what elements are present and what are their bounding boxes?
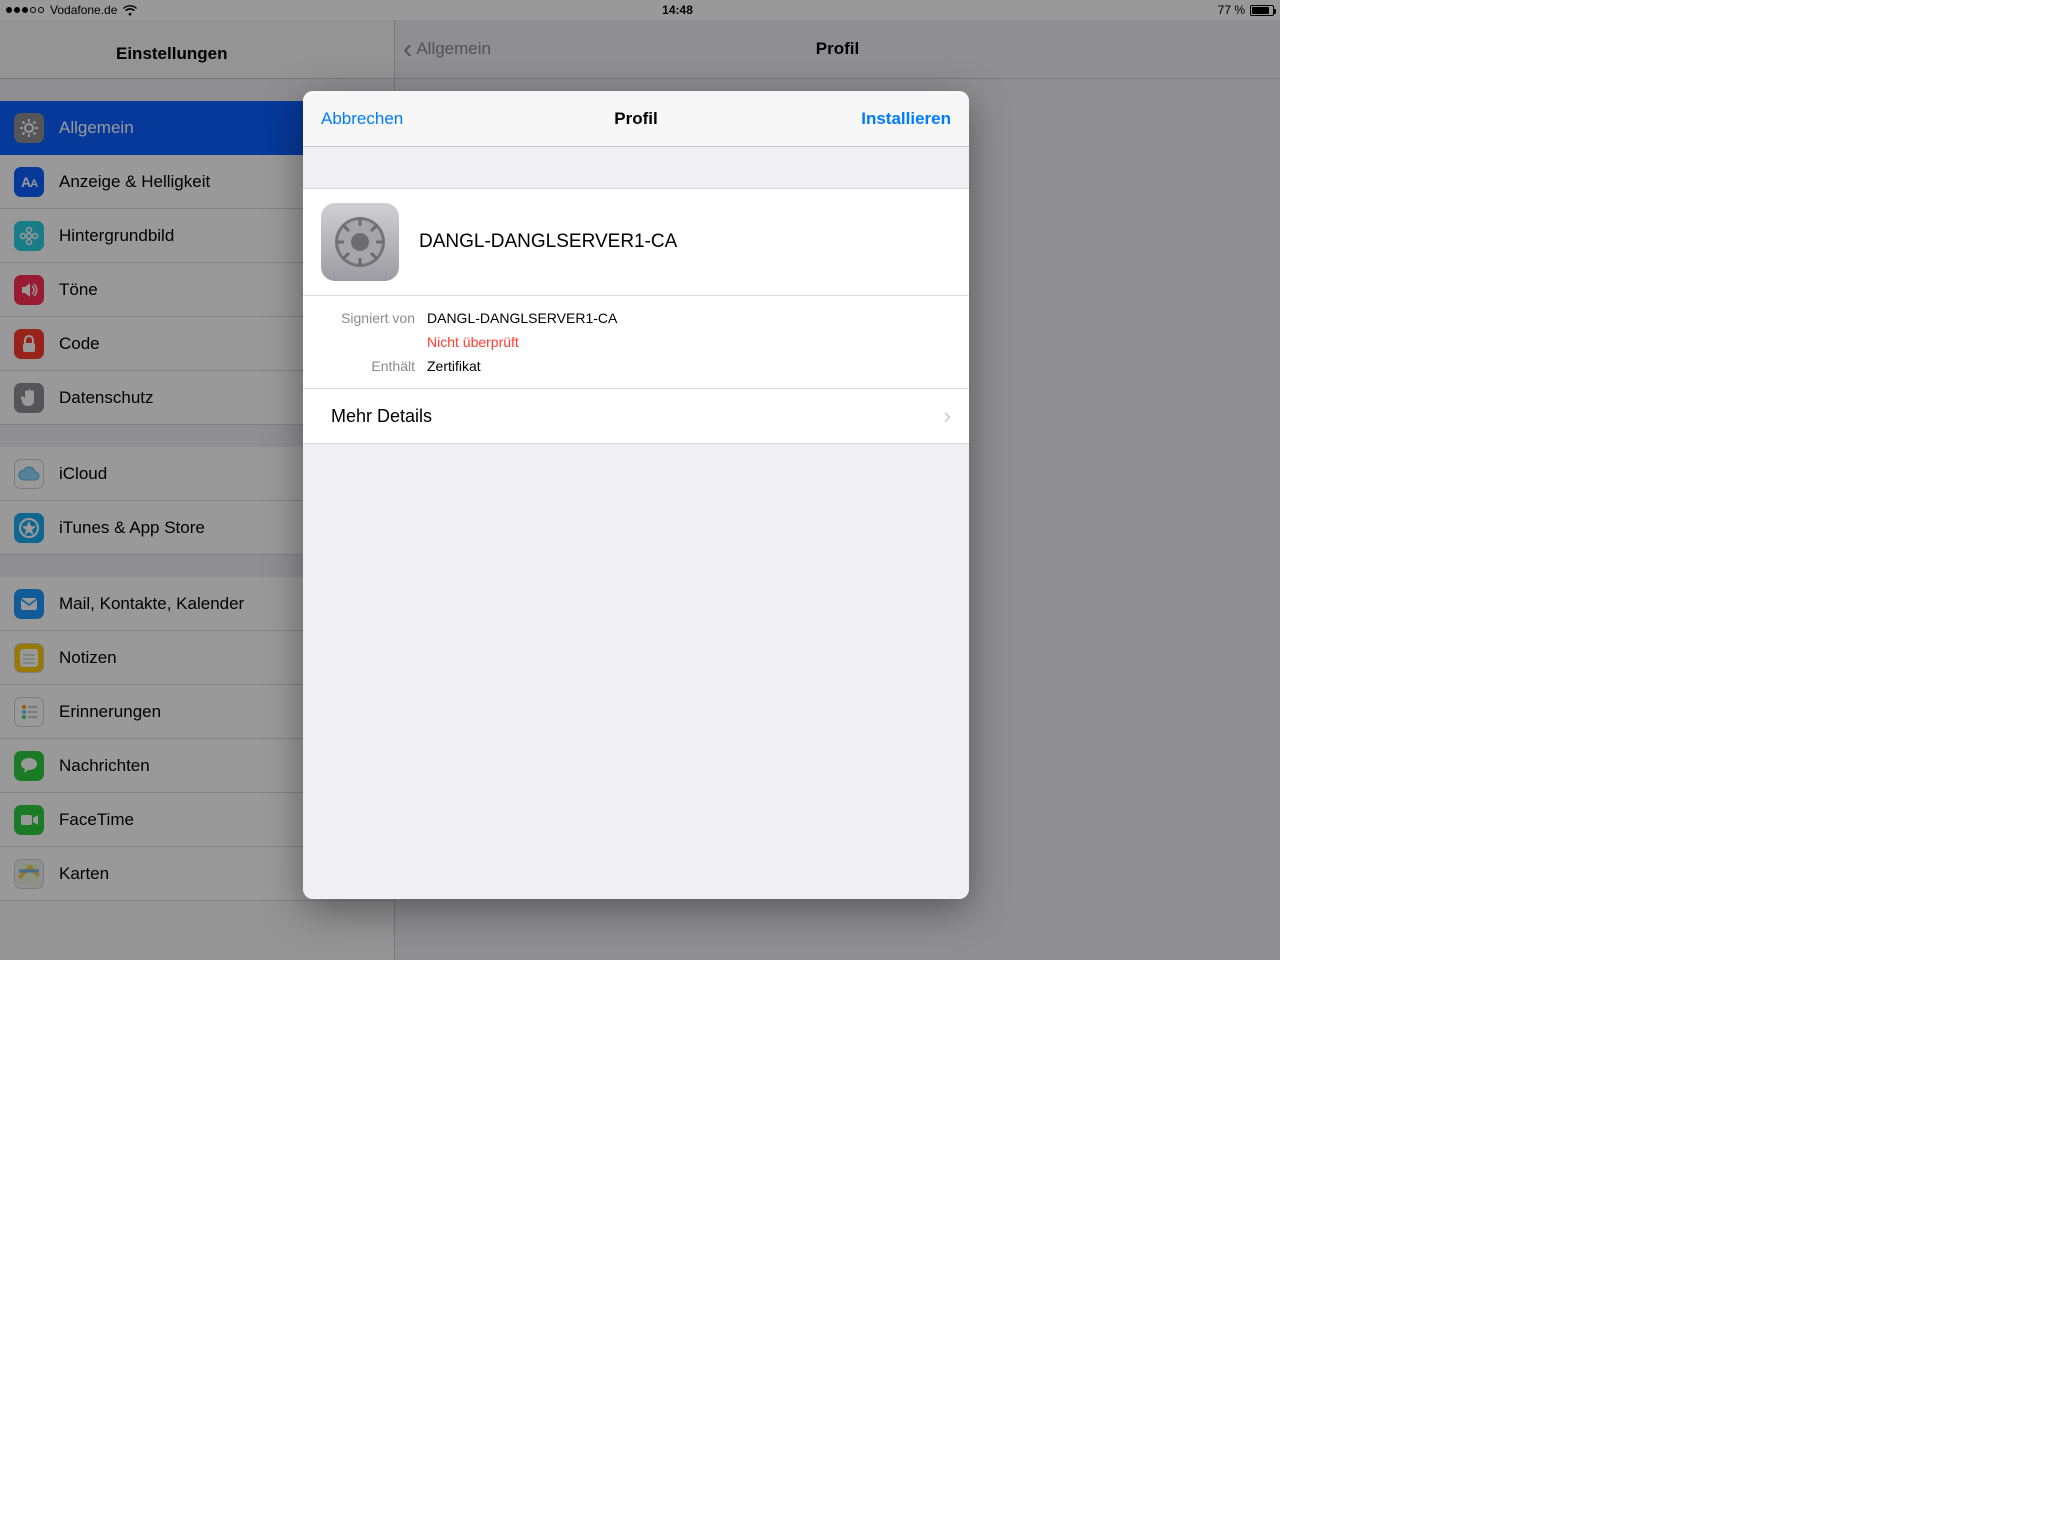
profile-name: DANGL-DANGLSERVER1-CA	[419, 231, 677, 253]
verification-status: Nicht überprüft	[427, 330, 519, 354]
signed-by-label: Signiert von	[303, 306, 415, 330]
more-details-row[interactable]: Mehr Details ›	[303, 389, 969, 444]
more-details-label: Mehr Details	[331, 406, 432, 427]
cancel-button[interactable]: Abbrechen	[321, 109, 403, 129]
install-button[interactable]: Installieren	[861, 109, 951, 129]
contains-value: Zertifikat	[427, 354, 481, 378]
signed-by-value: DANGL-DANGLSERVER1-CA	[427, 306, 617, 330]
profile-header-row: DANGL-DANGLSERVER1-CA	[303, 188, 969, 296]
profile-info-block: Signiert von DANGL-DANGLSERVER1-CA Nicht…	[303, 296, 969, 389]
install-profile-modal: Abbrechen Profil Installieren	[303, 91, 969, 899]
contains-label: Enthält	[303, 354, 415, 378]
profile-gear-icon	[321, 203, 399, 281]
chevron-right-icon: ›	[944, 403, 951, 429]
